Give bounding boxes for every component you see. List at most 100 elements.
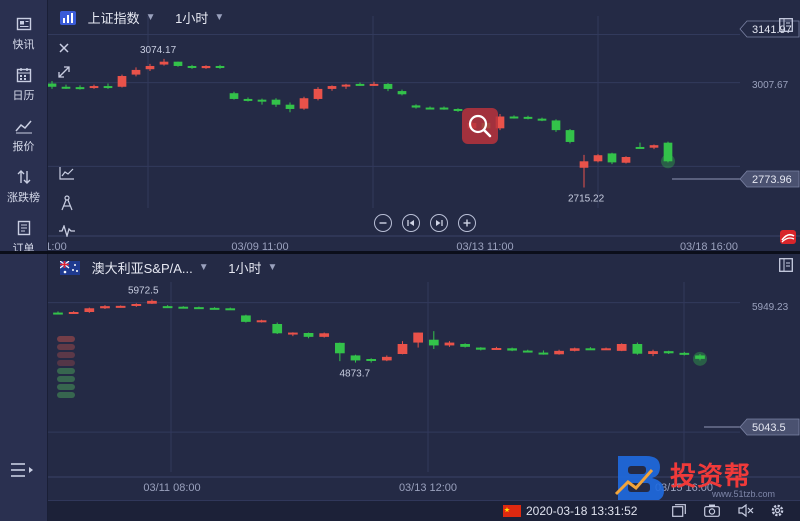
candle-body xyxy=(679,352,690,355)
candle-body xyxy=(569,348,580,351)
last-price-glow xyxy=(693,351,707,366)
candle-body xyxy=(491,348,502,350)
top-interval-selector[interactable]: 1小时 ▼ xyxy=(175,8,224,27)
sidebar-item-news[interactable]: 快讯 xyxy=(0,16,47,52)
candle-body xyxy=(162,306,173,309)
fullscreen-button[interactable] xyxy=(58,66,70,81)
candle-body xyxy=(601,348,611,351)
watermark-url: www.51tzb.com xyxy=(712,489,776,499)
sidebar-label: 日历 xyxy=(12,90,35,102)
menu-expand-button[interactable] xyxy=(10,462,34,481)
low-annotation: 2715.22 xyxy=(568,193,605,204)
candle-body xyxy=(285,104,295,109)
australia-flag-icon xyxy=(59,260,80,275)
candle-body xyxy=(187,65,197,68)
panel-layout-icon xyxy=(779,258,793,272)
sidebar-item-quotes[interactable]: 报价 xyxy=(0,118,47,154)
candle-body xyxy=(593,155,603,162)
candle-body xyxy=(147,300,157,304)
chevron-down-icon: ▼ xyxy=(145,12,156,23)
high-annotation: 5972.5 xyxy=(128,285,159,296)
zoom-out-button[interactable] xyxy=(374,214,392,232)
candle-body xyxy=(411,105,421,108)
candle-body xyxy=(100,306,110,309)
candle-body xyxy=(381,356,392,361)
close-icon xyxy=(59,43,69,53)
magnifier-overlay-button[interactable] xyxy=(462,108,498,147)
candle-body xyxy=(551,120,561,131)
candle-body xyxy=(538,352,549,355)
candle-body xyxy=(327,86,337,89)
chevron-down-icon: ▼ xyxy=(267,262,278,273)
top-symbol-selector[interactable]: 上证指数 ▼ xyxy=(88,8,156,27)
candle-body xyxy=(241,315,251,322)
watermark-brand: 投资帮 xyxy=(670,461,752,491)
top-panel-layout-button[interactable] xyxy=(779,18,793,35)
drawing-tool-button[interactable] xyxy=(60,195,74,214)
candle-body xyxy=(209,307,220,310)
indicator-button[interactable] xyxy=(59,166,75,183)
mute-button[interactable] xyxy=(738,503,754,520)
candle-body xyxy=(475,347,486,350)
candle-body xyxy=(178,306,189,309)
zoom-in-button[interactable] xyxy=(458,214,476,232)
time-axis-label: 03/13 11:00 xyxy=(456,241,513,251)
step-back-button[interactable] xyxy=(402,214,420,232)
wave-tool-button[interactable] xyxy=(59,224,75,240)
candle-body xyxy=(632,344,643,354)
skip-forward-icon xyxy=(436,220,443,226)
candle-body xyxy=(507,348,517,351)
step-forward-button[interactable] xyxy=(430,214,448,232)
high-annotation: 3074.17 xyxy=(140,45,177,56)
candle-body xyxy=(621,157,631,163)
candle-body xyxy=(350,355,361,361)
bottom-panel-layout-button[interactable] xyxy=(779,258,793,275)
candle-body xyxy=(341,84,351,87)
candle-body xyxy=(319,333,330,337)
candle-body xyxy=(444,342,455,346)
time-axis-label: 03/11 08:00 xyxy=(143,482,200,494)
candle-body xyxy=(115,305,126,308)
last-price-glow xyxy=(661,154,675,169)
candle-body xyxy=(256,320,267,323)
candle-body xyxy=(61,86,71,89)
menu-expand-icon xyxy=(11,463,33,477)
candle-body xyxy=(425,107,435,110)
candle-body xyxy=(554,350,564,355)
candle-body xyxy=(159,61,169,65)
bottom-symbol-selector[interactable]: 澳大利亚S&P/A... ▼ xyxy=(92,258,209,277)
candle-body xyxy=(303,333,314,337)
top-candlestick-chart[interactable]: 3141.972773.963007.673074.172715.221:00 0… xyxy=(48,0,800,251)
candle-body xyxy=(53,312,63,315)
candle-body xyxy=(194,307,204,310)
candle-body xyxy=(89,86,99,89)
bottom-interval-selector[interactable]: 1小时 ▼ xyxy=(228,258,277,277)
sidebar-item-updown[interactable]: 涨跌榜 xyxy=(0,169,47,205)
candle-body xyxy=(272,324,283,334)
quote-chart-icon xyxy=(14,120,32,134)
window-button[interactable] xyxy=(672,504,686,520)
candle-body xyxy=(565,130,575,142)
candle-body xyxy=(145,65,155,70)
time-axis-label: 03/13 12:00 xyxy=(399,482,457,494)
candle-body xyxy=(131,304,142,306)
gear-icon xyxy=(771,504,784,517)
candle-body xyxy=(509,116,519,119)
china-flag-icon xyxy=(503,505,521,517)
candle-body xyxy=(334,342,345,354)
top-interval-label: 1小时 xyxy=(175,11,209,26)
sidebar-item-calendar[interactable]: 日历 xyxy=(0,67,47,103)
screenshot-button[interactable] xyxy=(704,504,720,520)
time-axis-label: 03/09 11:00 xyxy=(231,241,288,251)
candle-body xyxy=(299,98,309,109)
speaker-mute-icon xyxy=(738,503,754,518)
candle-body xyxy=(460,344,470,347)
close-chart-button[interactable] xyxy=(59,42,69,56)
candle-body xyxy=(523,116,533,119)
updown-arrows-icon xyxy=(17,170,30,184)
candle-body xyxy=(271,99,281,105)
settings-button[interactable] xyxy=(770,503,785,521)
candle-body xyxy=(229,93,239,99)
top-chart-header: 上证指数 ▼ 1小时 ▼ xyxy=(60,8,224,28)
candle-body xyxy=(413,332,424,343)
